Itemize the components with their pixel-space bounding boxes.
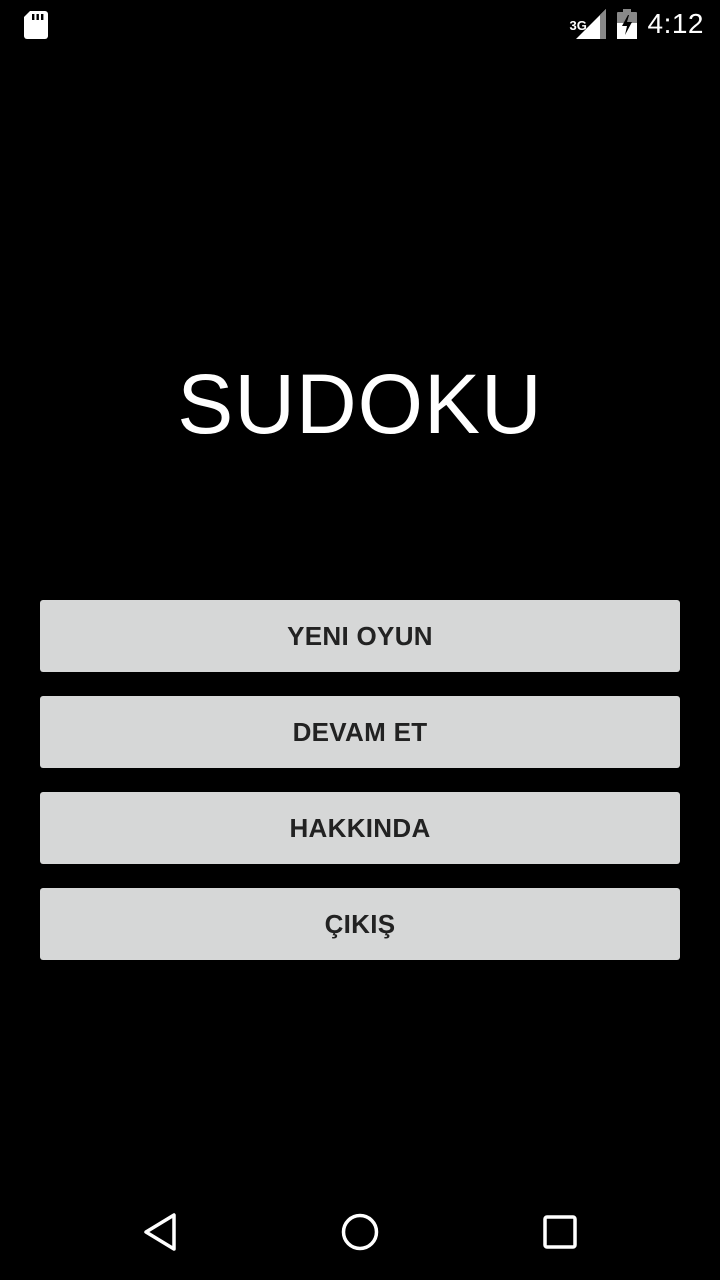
status-bar: 3G 4:12: [0, 0, 720, 48]
signal-icon: [575, 9, 606, 39]
navigation-bar: [0, 1184, 720, 1280]
recents-icon: [543, 1215, 577, 1249]
continue-button[interactable]: DEVAM ET: [40, 696, 680, 768]
status-time: 4:12: [647, 8, 704, 39]
status-icons: 3G 4:12: [570, 0, 705, 48]
about-button[interactable]: HAKKINDA: [40, 792, 680, 864]
signal-indicator: 3G: [570, 9, 606, 39]
app-title: SUDOKU: [177, 357, 543, 451]
recents-button[interactable]: [520, 1196, 600, 1268]
home-icon: [341, 1213, 379, 1251]
back-icon: [144, 1213, 176, 1251]
sd-card-icon: [24, 11, 48, 39]
home-button[interactable]: [320, 1196, 400, 1268]
app-screen: 3G 4:12 SUDOKU YENI OYUN DEVAM ET HAKKIN…: [0, 0, 720, 1280]
main-menu: YENI OYUN DEVAM ET HAKKINDA ÇIKIŞ: [40, 600, 680, 984]
battery-charging-icon: [616, 9, 637, 39]
back-button[interactable]: [120, 1196, 200, 1268]
exit-button[interactable]: ÇIKIŞ: [40, 888, 680, 960]
new-game-button[interactable]: YENI OYUN: [40, 600, 680, 672]
